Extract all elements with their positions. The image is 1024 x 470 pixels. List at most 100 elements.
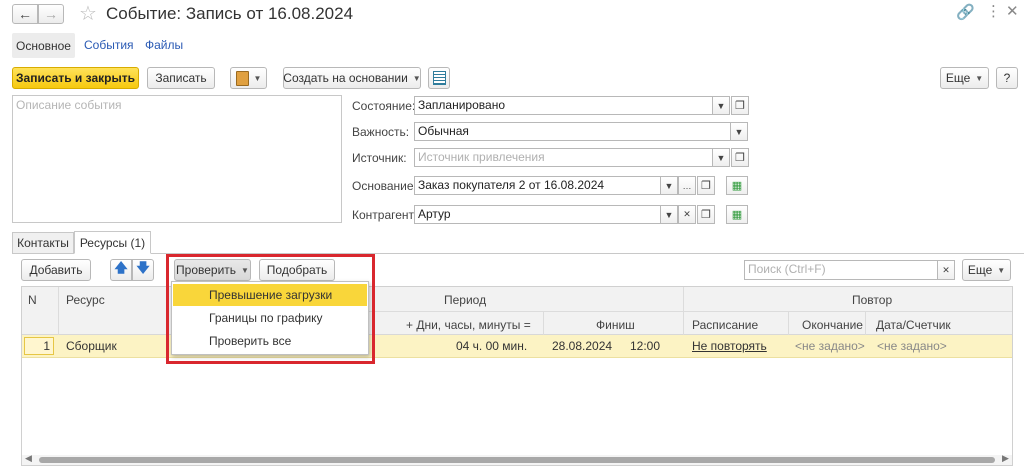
source-dropdown-button[interactable]: ▼ [712, 148, 730, 167]
inner-tabs-bar [12, 253, 1024, 254]
row-date-counter[interactable]: <не задано> [877, 339, 947, 353]
save-and-close-button[interactable]: Записать и закрыть [12, 67, 139, 89]
create-based-on-label: Создать на основании [283, 71, 408, 85]
counterparty-field[interactable]: Артур [414, 205, 696, 224]
basis-field[interactable]: Заказ покупателя 2 от 16.08.2024 [414, 176, 696, 195]
link-icon[interactable]: 🔗 [956, 3, 975, 21]
source-placeholder: Источник привлечения [418, 150, 545, 164]
source-field[interactable]: Источник привлечения [414, 148, 729, 167]
header-date-counter[interactable]: Дата/Счетчик [876, 318, 951, 332]
chevron-down-icon: ▼ [253, 73, 262, 83]
header-end[interactable]: Окончание [802, 318, 863, 332]
basis-label: Основание: [352, 179, 417, 193]
tab-contacts[interactable]: Контакты [12, 232, 74, 253]
counterparty-create-button[interactable]: ▦ [726, 205, 748, 224]
structure-button[interactable] [428, 67, 450, 89]
help-button[interactable]: ? [996, 67, 1018, 89]
save-button[interactable]: Записать [147, 67, 215, 89]
create-based-on-button[interactable]: Создать на основании ▼ [283, 67, 421, 89]
row-number: 1 [43, 339, 50, 353]
basis-select-button[interactable]: … [678, 176, 696, 195]
search-input[interactable]: Поиск (Ctrl+F) [744, 260, 938, 280]
header-finish[interactable]: Финиш [596, 318, 635, 332]
header-repeat[interactable]: Повтор [852, 293, 892, 307]
add-button[interactable]: Добавить [21, 259, 91, 281]
chevron-down-icon: ▼ [664, 180, 674, 191]
header-resource[interactable]: Ресурс [66, 293, 105, 307]
move-down-button[interactable]: 🡇 [132, 259, 154, 281]
open-window-icon: ❐ [735, 152, 745, 164]
resources-more-button[interactable]: Еще ▼ [962, 259, 1011, 281]
more-label: Еще [945, 71, 971, 85]
search-clear-button[interactable]: ✕ [937, 260, 955, 280]
horizontal-scrollbar[interactable]: ◀ ▶ [22, 453, 1012, 465]
tab-resources[interactable]: Ресурсы (1) [74, 231, 151, 254]
state-label: Состояние: [352, 99, 416, 113]
header-n[interactable]: N [28, 293, 37, 307]
row-finish-time[interactable]: 12:00 [630, 339, 660, 353]
chevron-down-icon: ▼ [734, 126, 744, 137]
importance-dropdown-button[interactable]: ▼ [730, 122, 748, 141]
state-dropdown-button[interactable]: ▼ [712, 96, 730, 115]
row-finish-date[interactable]: 28.08.2024 [552, 339, 612, 353]
chevron-down-icon: ▼ [716, 152, 726, 163]
clipboard-icon [235, 70, 249, 86]
more-button[interactable]: Еще ▼ [940, 67, 989, 89]
arrow-up-icon: 🡅 [114, 260, 128, 275]
basis-value: Заказ покупателя 2 от 16.08.2024 [418, 178, 605, 192]
row-resource[interactable]: Сборщик [66, 339, 117, 353]
basis-open-button[interactable]: ❐ [697, 176, 715, 195]
open-window-icon: ❐ [701, 180, 711, 192]
header-duration[interactable]: + Дни, часы, минуты = [406, 318, 531, 332]
source-open-button[interactable]: ❐ [731, 148, 749, 167]
tab-files[interactable]: Файлы [145, 38, 183, 52]
scroll-right-icon[interactable]: ▶ [1002, 453, 1009, 464]
chevron-down-icon: ▼ [664, 209, 674, 220]
state-value: Запланировано [418, 98, 505, 112]
print-menu-button[interactable]: ▼ [230, 67, 267, 89]
col-divider [788, 311, 789, 335]
row-number-cell[interactable]: 1 [24, 337, 54, 355]
arrow-left-icon: ← [18, 6, 32, 22]
basis-dropdown-button[interactable]: ▼ [660, 176, 678, 195]
open-window-icon: ❐ [701, 209, 711, 221]
add-document-icon: ▦ [731, 180, 743, 192]
importance-value: Обычная [418, 124, 469, 138]
counterparty-label: Контрагент: [352, 208, 418, 222]
col-divider [58, 287, 59, 335]
more-vertical-icon[interactable]: ⋮ [986, 2, 1001, 20]
scroll-left-icon[interactable]: ◀ [25, 453, 32, 464]
header-split-line [362, 311, 1012, 312]
col-divider [543, 311, 544, 335]
importance-field[interactable]: Обычная [414, 122, 748, 141]
chevron-down-icon: ▼ [716, 100, 726, 111]
row-end[interactable]: <не задано> [795, 339, 865, 353]
annotation-highlight-frame [166, 254, 375, 364]
clear-icon: ✕ [683, 209, 691, 219]
header-schedule[interactable]: Расписание [692, 318, 758, 332]
clear-icon: ✕ [942, 264, 950, 275]
resources-more-label: Еще [967, 263, 993, 277]
tab-events[interactable]: События [84, 38, 134, 52]
counterparty-open-button[interactable]: ❐ [697, 205, 715, 224]
row-duration[interactable]: 04 ч. 00 мин. [456, 339, 527, 353]
state-field[interactable]: Запланировано [414, 96, 729, 115]
move-up-button[interactable]: 🡅 [110, 259, 132, 281]
scrollbar-thumb[interactable] [39, 457, 995, 463]
basis-create-button[interactable]: ▦ [726, 176, 748, 195]
row-schedule-link[interactable]: Не повторять [692, 339, 767, 353]
importance-label: Важность: [352, 125, 410, 139]
tab-main[interactable]: Основное [12, 33, 75, 58]
back-button[interactable]: ← [12, 4, 38, 24]
description-textarea[interactable]: Описание события [12, 95, 342, 223]
counterparty-dropdown-button[interactable]: ▼ [660, 205, 678, 224]
arrow-down-icon: 🡇 [136, 260, 150, 275]
forward-button[interactable]: → [38, 4, 64, 24]
structure-icon [432, 71, 446, 85]
tab-main-label: Основное [16, 38, 71, 53]
close-icon[interactable]: ✕ [1006, 2, 1019, 20]
favorite-star-icon[interactable]: ☆ [79, 1, 97, 26]
header-period[interactable]: Период [444, 293, 486, 307]
state-open-button[interactable]: ❐ [731, 96, 749, 115]
counterparty-clear-button[interactable]: ✕ [678, 205, 696, 224]
